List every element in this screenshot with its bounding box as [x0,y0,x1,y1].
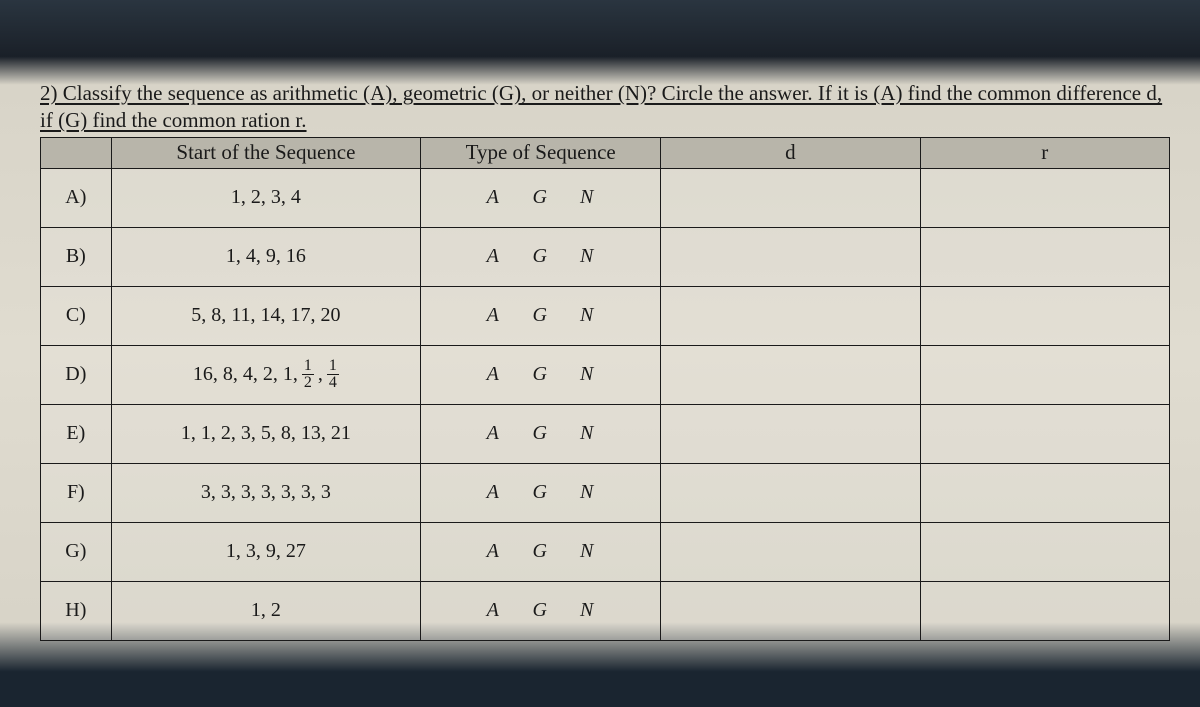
option-n[interactable]: N [568,363,608,386]
table-row: H) 1, 2 A G N [41,581,1170,640]
row-d-answer[interactable] [661,581,920,640]
option-g[interactable]: G [521,481,561,504]
row-r-answer[interactable] [920,522,1169,581]
row-type-options[interactable]: A G N [421,168,661,227]
row-d-answer[interactable] [661,168,920,227]
row-d-answer[interactable] [661,286,920,345]
row-type-options[interactable]: A G N [421,345,661,404]
option-n[interactable]: N [568,422,608,445]
option-g[interactable]: G [521,304,561,327]
separator: , [318,363,323,386]
option-a[interactable]: A [474,481,514,504]
row-type-options[interactable]: A G N [421,522,661,581]
sequence-table: Start of the Sequence Type of Sequence d… [40,137,1170,641]
row-sequence: 1, 2, 3, 4 [111,168,421,227]
option-g[interactable]: G [521,363,561,386]
option-a[interactable]: A [474,304,514,327]
table-header-row: Start of the Sequence Type of Sequence d… [41,137,1170,168]
row-label: B) [41,227,112,286]
row-sequence: 1, 1, 2, 3, 5, 8, 13, 21 [111,404,421,463]
row-r-answer[interactable] [920,286,1169,345]
fraction-one-half: 1 2 [302,358,314,391]
sequence-prefix: 16, 8, 4, 2, 1, [193,363,298,386]
option-a[interactable]: A [474,599,514,622]
option-a[interactable]: A [474,245,514,268]
option-a[interactable]: A [474,186,514,209]
option-g[interactable]: G [521,186,561,209]
table-row: C) 5, 8, 11, 14, 17, 20 A G N [41,286,1170,345]
fraction-one-quarter: 1 4 [327,358,339,391]
row-label: F) [41,463,112,522]
row-sequence: 3, 3, 3, 3, 3, 3, 3 [111,463,421,522]
table-row: G) 1, 3, 9, 27 A G N [41,522,1170,581]
row-type-options[interactable]: A G N [421,581,661,640]
row-label: G) [41,522,112,581]
row-label: C) [41,286,112,345]
row-type-options[interactable]: A G N [421,286,661,345]
row-d-answer[interactable] [661,345,920,404]
option-n[interactable]: N [568,186,608,209]
row-r-answer[interactable] [920,581,1169,640]
row-label: E) [41,404,112,463]
option-n[interactable]: N [568,599,608,622]
header-sequence: Start of the Sequence [111,137,421,168]
row-r-answer[interactable] [920,463,1169,522]
header-blank [41,137,112,168]
row-d-answer[interactable] [661,404,920,463]
row-label: A) [41,168,112,227]
row-r-answer[interactable] [920,345,1169,404]
row-type-options[interactable]: A G N [421,227,661,286]
option-n[interactable]: N [568,540,608,563]
option-n[interactable]: N [568,481,608,504]
question-text: 2) Classify the sequence as arithmetic (… [40,80,1170,135]
row-sequence: 1, 2 [111,581,421,640]
table-row: A) 1, 2, 3, 4 A G N [41,168,1170,227]
header-d: d [661,137,920,168]
row-d-answer[interactable] [661,522,920,581]
table-row: D) 16, 8, 4, 2, 1, 1 2 , 1 4 [41,345,1170,404]
option-g[interactable]: G [521,245,561,268]
option-n[interactable]: N [568,245,608,268]
row-sequence: 16, 8, 4, 2, 1, 1 2 , 1 4 [111,345,421,404]
table-body: A) 1, 2, 3, 4 A G N B) 1, 4, 9, 16 A G N [41,168,1170,640]
row-sequence: 5, 8, 11, 14, 17, 20 [111,286,421,345]
row-label: D) [41,345,112,404]
option-a[interactable]: A [474,540,514,563]
table-row: F) 3, 3, 3, 3, 3, 3, 3 A G N [41,463,1170,522]
option-g[interactable]: G [521,599,561,622]
row-r-answer[interactable] [920,404,1169,463]
option-g[interactable]: G [521,540,561,563]
row-label: H) [41,581,112,640]
option-a[interactable]: A [474,363,514,386]
option-a[interactable]: A [474,422,514,445]
row-sequence: 1, 3, 9, 27 [111,522,421,581]
header-r: r [920,137,1169,168]
row-type-options[interactable]: A G N [421,463,661,522]
row-r-answer[interactable] [920,227,1169,286]
worksheet-page: 2) Classify the sequence as arithmetic (… [40,80,1170,641]
row-r-answer[interactable] [920,168,1169,227]
option-g[interactable]: G [521,422,561,445]
row-sequence: 1, 4, 9, 16 [111,227,421,286]
option-n[interactable]: N [568,304,608,327]
row-d-answer[interactable] [661,227,920,286]
header-type: Type of Sequence [421,137,661,168]
table-row: E) 1, 1, 2, 3, 5, 8, 13, 21 A G N [41,404,1170,463]
table-row: B) 1, 4, 9, 16 A G N [41,227,1170,286]
row-type-options[interactable]: A G N [421,404,661,463]
row-d-answer[interactable] [661,463,920,522]
